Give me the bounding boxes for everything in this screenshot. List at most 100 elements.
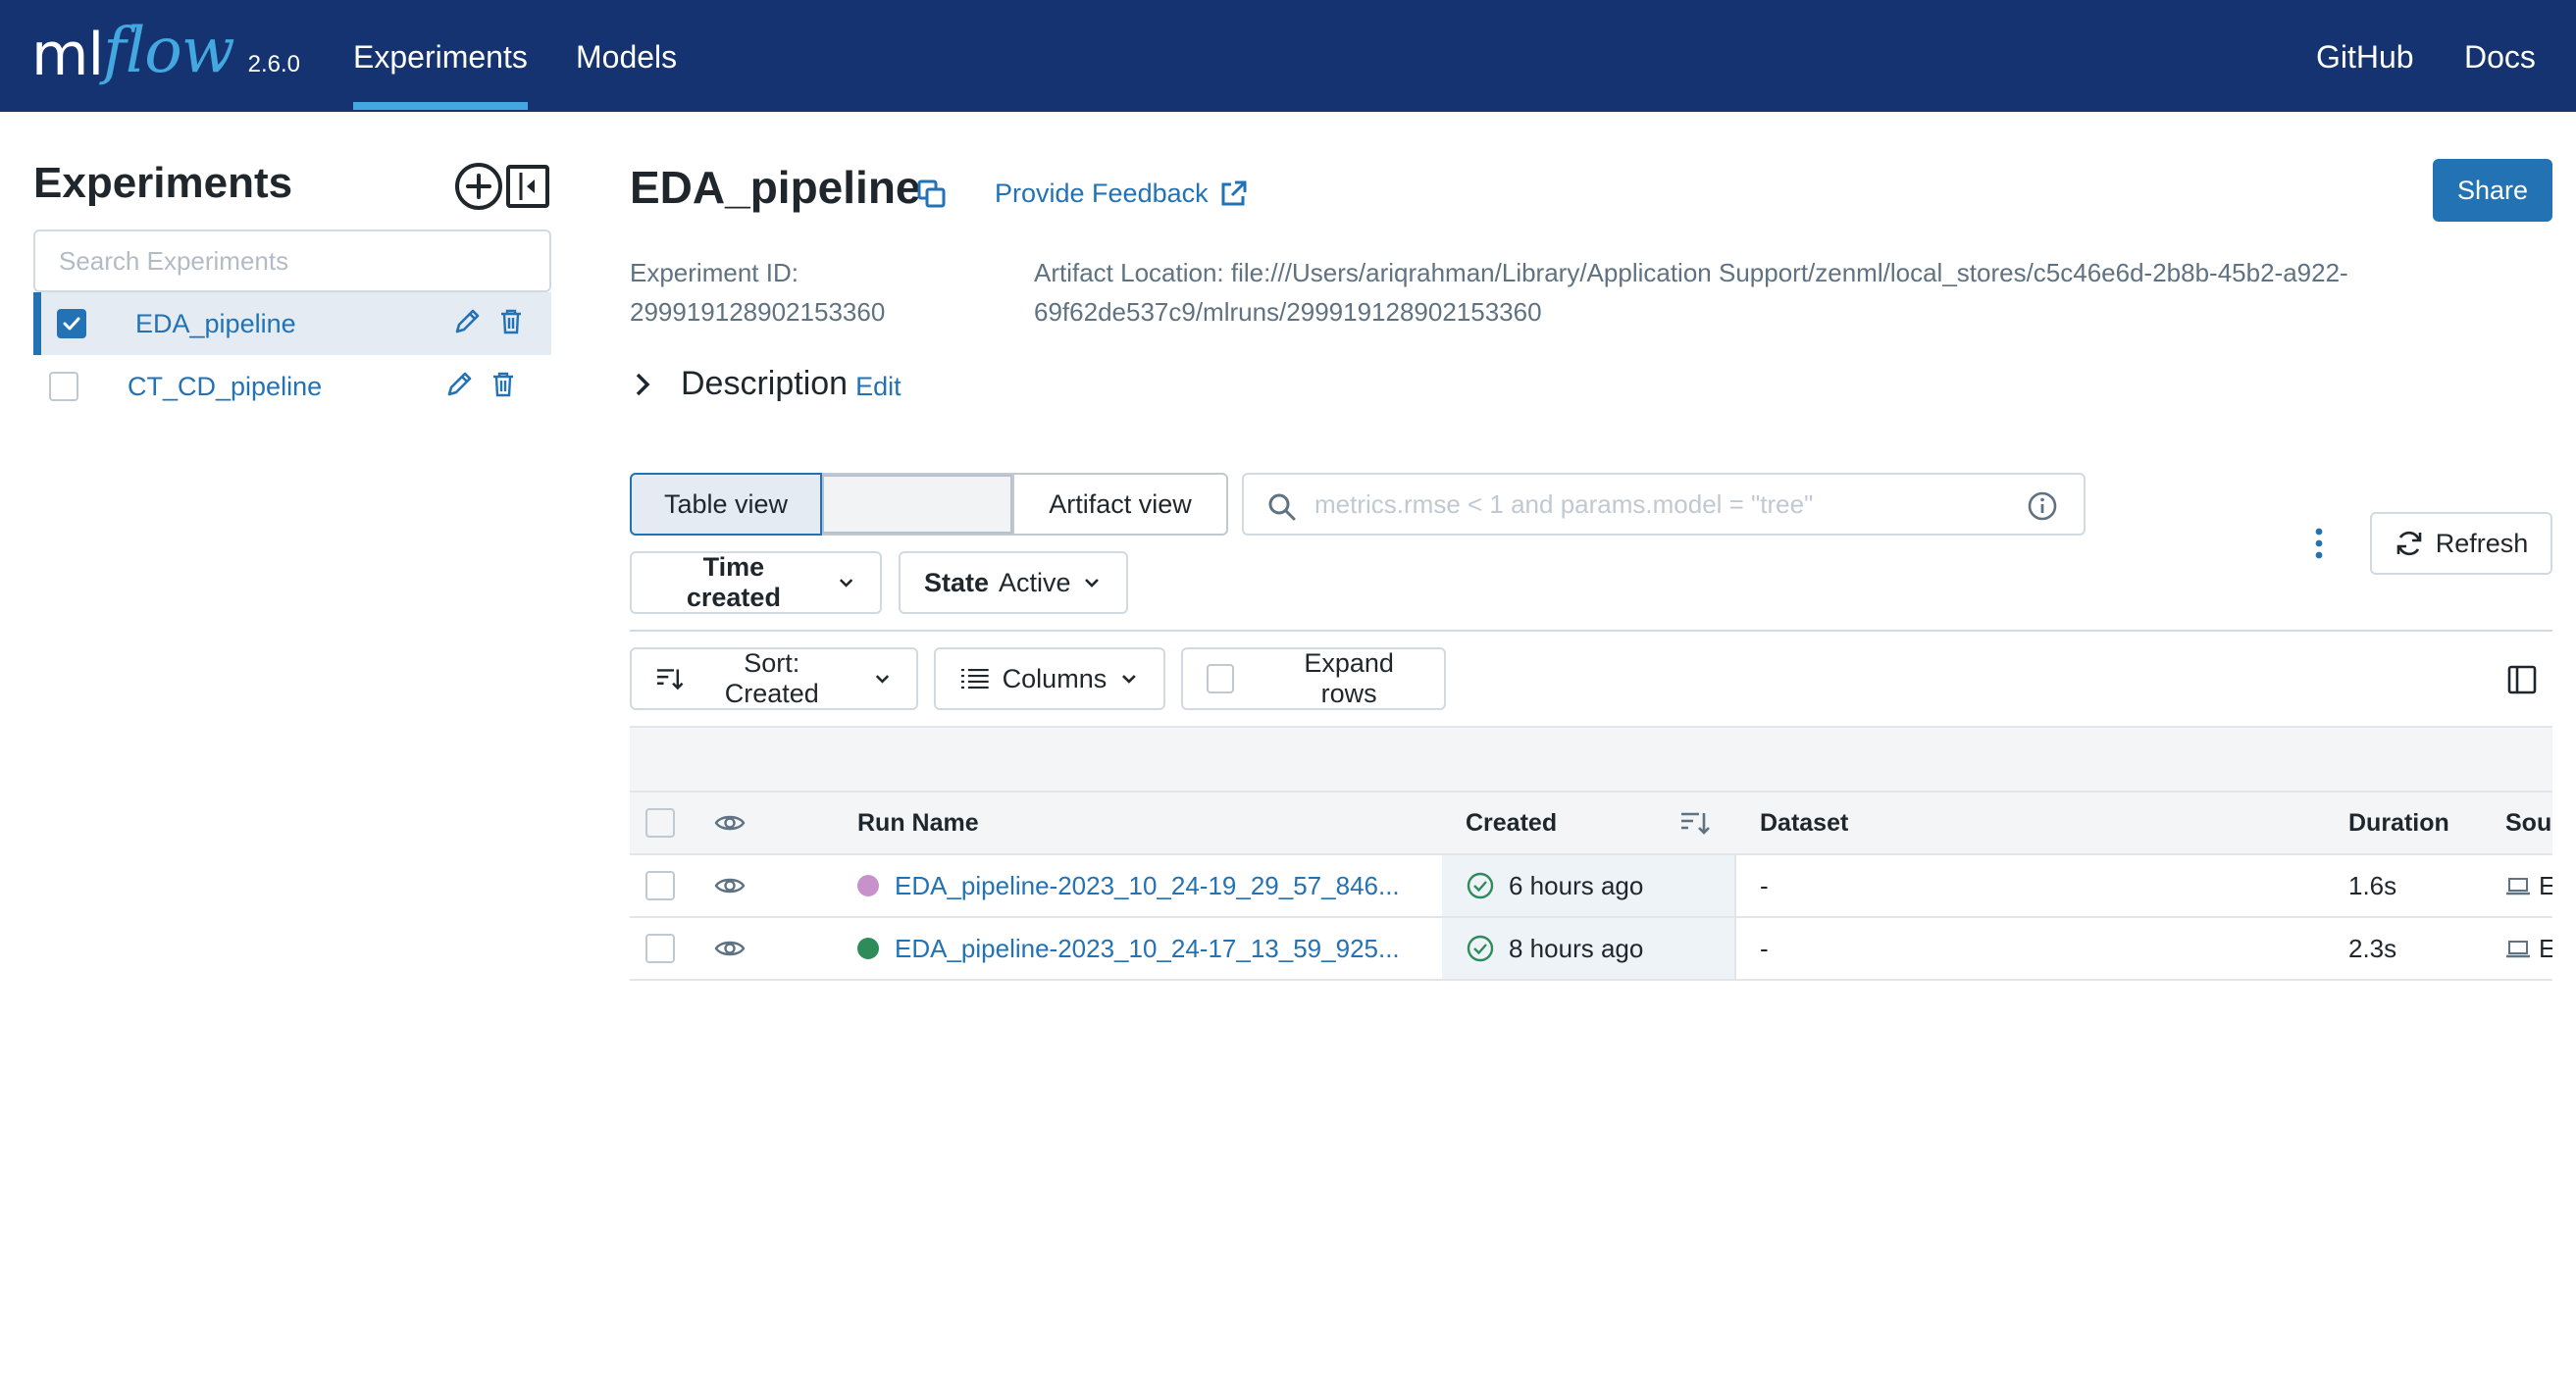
duration-cell: 2.3s: [2348, 933, 2397, 963]
laptop-icon: [2506, 941, 2530, 958]
pencil-icon[interactable]: [443, 369, 475, 405]
side-panel-icon[interactable]: [2507, 665, 2537, 699]
mlflow-logo[interactable]: ml flow 2.6.0: [31, 8, 300, 104]
table-group-header: [630, 726, 2552, 791]
sort-dropdown[interactable]: Sort: Created: [630, 647, 918, 710]
artifact-location-line: 69f62de537c9/mlruns/299919128902153360: [1034, 297, 1542, 327]
experiment-name-link[interactable]: CT_CD_pipeline: [128, 372, 322, 402]
refresh-button[interactable]: Refresh: [2370, 512, 2552, 575]
trash-icon[interactable]: [498, 308, 524, 340]
column-header-source[interactable]: Sou: [2505, 793, 2551, 853]
sidebar-item-ct-cd-pipeline[interactable]: CT_CD_pipeline: [33, 355, 551, 418]
refresh-icon: [2396, 531, 2422, 556]
row-checkbox[interactable]: [645, 934, 675, 963]
provide-feedback-link[interactable]: Provide Feedback: [995, 179, 1248, 209]
expand-rows-checkbox[interactable]: [1207, 664, 1235, 693]
logo-ml-text: ml: [31, 21, 104, 89]
chevron-right-icon[interactable]: [634, 372, 651, 397]
collapse-sidebar-icon[interactable]: [506, 165, 549, 208]
external-link-icon: [1221, 180, 1247, 205]
sort-descending-icon[interactable]: [1679, 793, 1713, 853]
time-created-label: Time created: [686, 552, 781, 612]
experiment-checkbox[interactable]: [49, 372, 78, 401]
chevron-down-icon: [839, 579, 853, 588]
table-header-row: Run Name Created Dataset Duration Sou: [630, 791, 2552, 855]
runs-table: Run Name Created Dataset Duration Sou ED…: [630, 726, 2552, 981]
description-section: Description Edit: [634, 365, 902, 403]
source-text: E: [2539, 933, 2552, 963]
run-color-dot[interactable]: [857, 875, 879, 896]
copy-icon[interactable]: [916, 179, 948, 215]
column-header-dataset[interactable]: Dataset: [1760, 793, 1848, 853]
list-icon: [960, 669, 989, 689]
nav-docs[interactable]: Docs: [2464, 35, 2536, 78]
source-cell: E: [2505, 918, 2552, 979]
run-name-link[interactable]: EDA_pipeline-2023_10_24-17_13_59_925...: [895, 934, 1400, 964]
version-label: 2.6.0: [247, 51, 300, 77]
experiment-title: EDA_pipeline: [630, 162, 921, 213]
sidebar-title: Experiments: [33, 159, 293, 207]
top-navigation-bar: ml flow 2.6.0 Experiments Models GitHub …: [0, 0, 2576, 112]
state-label: State: [924, 567, 990, 597]
more-options-icon[interactable]: [2313, 528, 2325, 564]
chart-view-button[interactable]: [822, 473, 1014, 536]
time-created-dropdown[interactable]: Time created: [630, 551, 882, 614]
nav-experiments[interactable]: Experiments: [353, 35, 528, 110]
created-cell: 6 hours ago: [1442, 855, 1736, 916]
duration-cell: 1.6s: [2348, 870, 2397, 900]
table-row: EDA_pipeline-2023_10_24-17_13_59_925... …: [630, 918, 2552, 981]
trash-icon[interactable]: [490, 371, 516, 403]
share-button[interactable]: Share: [2433, 159, 2552, 222]
check-circle-icon: [1467, 872, 1494, 899]
logo-flow-text: flow: [103, 15, 234, 87]
experiment-id: Experiment ID: 299919128902153360: [630, 253, 885, 332]
search-experiments-input[interactable]: [33, 230, 551, 292]
column-header-created[interactable]: Created: [1466, 793, 1557, 853]
table-view-button[interactable]: Table view: [630, 473, 822, 536]
chevron-down-icon: [1122, 675, 1136, 684]
columns-label: Columns: [1002, 663, 1108, 693]
run-name-link[interactable]: EDA_pipeline-2023_10_24-19_29_57_846...: [895, 871, 1400, 901]
search-icon: [1267, 492, 1297, 527]
search-runs-input[interactable]: [1314, 485, 1982, 524]
eye-icon[interactable]: [714, 793, 746, 853]
state-value: Active: [999, 567, 1071, 597]
eye-icon[interactable]: [714, 855, 746, 916]
check-circle-icon: [1467, 935, 1494, 962]
select-all-checkbox[interactable]: [645, 808, 675, 838]
row-checkbox[interactable]: [645, 871, 675, 900]
column-header-duration[interactable]: Duration: [2348, 793, 2449, 853]
columns-dropdown[interactable]: Columns: [934, 647, 1165, 710]
refresh-label: Refresh: [2435, 528, 2529, 558]
eye-icon[interactable]: [714, 918, 746, 979]
sort-icon: [656, 669, 684, 690]
created-time: 8 hours ago: [1509, 933, 1644, 963]
description-label[interactable]: Description: [681, 365, 848, 403]
artifact-view-button[interactable]: Artifact view: [1014, 473, 1228, 536]
created-time: 6 hours ago: [1509, 870, 1644, 900]
experiment-id-value: 299919128902153360: [630, 297, 886, 327]
artifact-location-line: Artifact Location: file:///Users/ariqrah…: [1034, 258, 2348, 287]
state-dropdown[interactable]: State Active: [899, 551, 1128, 614]
column-header-run-name[interactable]: Run Name: [857, 793, 979, 853]
view-toggle: Table view Artifact view: [630, 473, 1228, 536]
expand-rows-toggle[interactable]: Expand rows: [1181, 647, 1446, 710]
expand-rows-label: Expand rows: [1304, 648, 1394, 708]
pencil-icon[interactable]: [451, 306, 483, 342]
description-edit-link[interactable]: Edit: [855, 372, 902, 402]
nav-models[interactable]: Models: [576, 35, 677, 78]
provide-feedback-label: Provide Feedback: [995, 179, 1209, 208]
experiment-checkbox[interactable]: [57, 309, 86, 338]
search-runs-box: [1242, 473, 2086, 536]
sidebar-item-eda-pipeline[interactable]: EDA_pipeline: [33, 292, 551, 355]
info-icon[interactable]: [2027, 490, 2058, 527]
dataset-cell: -: [1760, 870, 1769, 900]
experiment-id-label: Experiment ID:: [630, 258, 799, 287]
chevron-down-icon: [1084, 579, 1099, 588]
sort-label: Sort: Created: [724, 648, 819, 708]
nav-github[interactable]: GitHub: [2316, 35, 2414, 78]
experiment-name-link[interactable]: EDA_pipeline: [135, 309, 296, 339]
table-row: EDA_pipeline-2023_10_24-19_29_57_846... …: [630, 855, 2552, 918]
plus-circle-icon[interactable]: [455, 163, 502, 210]
run-color-dot[interactable]: [857, 938, 879, 959]
